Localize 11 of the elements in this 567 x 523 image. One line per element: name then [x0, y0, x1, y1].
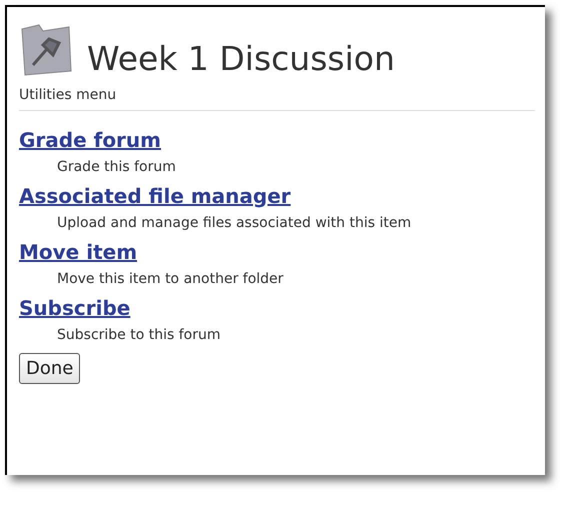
- page-subtitle: Utilities menu: [19, 85, 535, 111]
- done-button[interactable]: Done: [19, 353, 80, 384]
- page-title: Week 1 Discussion: [87, 42, 395, 75]
- menu-description: Subscribe to this forum: [57, 326, 222, 345]
- menu-link[interactable]: Move item: [19, 239, 138, 265]
- menu-description: Grade this forum: [57, 158, 177, 177]
- menu-link[interactable]: Grade forum: [19, 127, 162, 153]
- menu-description: Upload and manage files associated with this item: [57, 214, 412, 233]
- menu-link[interactable]: Subscribe: [19, 295, 130, 321]
- menu-link[interactable]: Associated file manager: [19, 183, 291, 209]
- menu-description: Move this item to another folder: [57, 270, 284, 289]
